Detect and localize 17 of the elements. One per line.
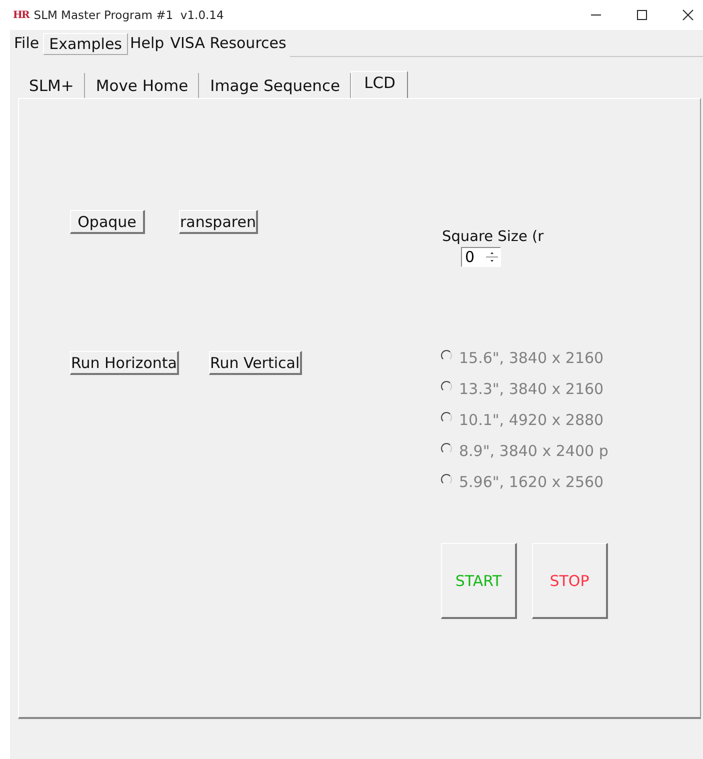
button[interactable]: Run Vertical <box>208 351 302 375</box>
tab[interactable]: SLM+ <box>18 73 85 98</box>
tab[interactable]: LCD <box>351 71 408 98</box>
menu-item[interactable]: VISA Resources <box>168 33 290 54</box>
spinbox[interactable]: 0 <box>461 247 501 267</box>
button[interactable]: Run Horizonta <box>70 351 179 375</box>
maximize-icon[interactable] <box>636 9 648 21</box>
window-title: SLM Master Program #1 v1.0.14 <box>34 8 224 22</box>
close-icon[interactable] <box>682 9 694 21</box>
menu-item[interactable]: File <box>12 33 44 54</box>
menu-item[interactable]: Examples <box>43 32 128 54</box>
app-logo-icon: HR <box>13 10 29 20</box>
button[interactable]: Opaque <box>70 210 145 234</box>
tab[interactable]: Move Home <box>84 73 200 98</box>
button[interactable]: ransparen <box>179 210 258 234</box>
menu-item[interactable]: Help <box>128 33 168 54</box>
field-label: Square Size (r <box>441 229 545 245</box>
